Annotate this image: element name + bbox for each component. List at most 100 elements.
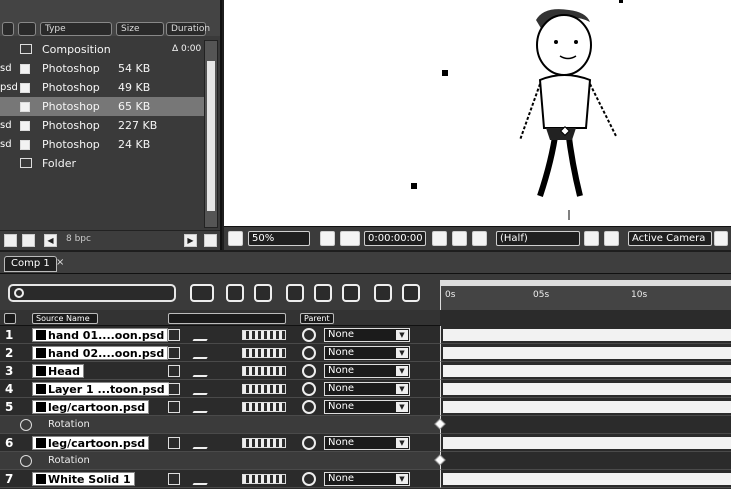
resolution-dropdown[interactable]: (Half) bbox=[496, 231, 580, 246]
comp-mini-flowchart-icon[interactable] bbox=[190, 284, 214, 302]
stopwatch-icon[interactable] bbox=[20, 419, 32, 431]
layer-name[interactable]: Head bbox=[32, 364, 84, 378]
view-layout-icon[interactable] bbox=[714, 231, 728, 246]
layer-name[interactable]: leg/cartoon.psd bbox=[32, 436, 150, 450]
layer-row[interactable]: 1 hand 01....oon.psd None ▼ bbox=[0, 326, 440, 344]
composition-viewer[interactable] bbox=[224, 0, 731, 226]
layer-row[interactable]: 5 leg/cartoon.psd None ▼ bbox=[0, 398, 440, 416]
duration-bar[interactable] bbox=[443, 347, 731, 359]
layer-duration-bar[interactable] bbox=[440, 344, 731, 362]
timecode-display[interactable]: 0:00:00:00 bbox=[364, 231, 426, 246]
layer-search-input[interactable] bbox=[8, 284, 176, 302]
quality-switch-icon[interactable] bbox=[192, 347, 214, 359]
draft-3d-icon[interactable] bbox=[226, 284, 244, 302]
label-swatch[interactable] bbox=[20, 83, 30, 93]
label-swatch[interactable] bbox=[20, 102, 30, 112]
layer-duration-bar[interactable] bbox=[440, 380, 731, 398]
mode-switches[interactable] bbox=[242, 402, 286, 412]
mode-switches[interactable] bbox=[242, 366, 286, 376]
parent-dropdown[interactable]: None ▼ bbox=[324, 346, 410, 360]
snapshot-icon[interactable] bbox=[432, 231, 447, 246]
project-item[interactable]: sd Photoshop 227 KB bbox=[0, 116, 204, 135]
project-item[interactable]: psd Photoshop 49 KB bbox=[0, 78, 204, 97]
layer-duration-bar[interactable] bbox=[440, 326, 731, 344]
property-row-rotation[interactable]: Rotation bbox=[0, 416, 440, 434]
duration-bar[interactable] bbox=[443, 437, 731, 449]
property-keyframe-track[interactable] bbox=[434, 416, 731, 434]
keyframe-assistant-icon[interactable] bbox=[402, 284, 420, 302]
layer-row[interactable]: 3 Head None ▼ bbox=[0, 362, 440, 380]
project-item[interactable]: Composition Δ 0:00 bbox=[0, 40, 204, 59]
shy-switch-icon[interactable] bbox=[168, 473, 180, 485]
show-channel-icon[interactable] bbox=[452, 231, 467, 246]
scroll-right-icon[interactable]: ▶ bbox=[184, 234, 197, 247]
duration-bar[interactable] bbox=[443, 383, 731, 395]
tab-comp-1[interactable]: Comp 1 bbox=[4, 256, 57, 272]
av-features-column[interactable] bbox=[4, 313, 16, 324]
duration-bar[interactable] bbox=[443, 401, 731, 413]
always-preview-icon[interactable] bbox=[228, 231, 243, 246]
project-item[interactable]: Folder bbox=[0, 154, 204, 173]
pick-whip-icon[interactable] bbox=[302, 436, 316, 450]
duration-bar[interactable] bbox=[443, 329, 731, 341]
bit-depth-label[interactable]: 8 bpc bbox=[66, 234, 91, 244]
shy-switch-icon[interactable] bbox=[168, 401, 180, 413]
region-of-interest-icon[interactable] bbox=[584, 231, 599, 246]
shy-switch-icon[interactable] bbox=[168, 347, 180, 359]
layer-duration-bar[interactable] bbox=[440, 398, 731, 416]
brainstorm-icon[interactable] bbox=[342, 284, 360, 302]
trash-icon[interactable] bbox=[204, 234, 217, 247]
project-item-selected[interactable]: Photoshop 65 KB bbox=[0, 97, 204, 116]
duration-bar[interactable] bbox=[443, 473, 731, 485]
mask-visibility-icon[interactable] bbox=[340, 231, 360, 246]
label-column-icon[interactable] bbox=[2, 22, 14, 36]
layer-duration-bar[interactable] bbox=[440, 434, 731, 452]
quality-switch-icon[interactable] bbox=[192, 383, 214, 395]
parent-dropdown[interactable]: None ▼ bbox=[324, 382, 410, 396]
scrollbar-thumb[interactable] bbox=[207, 61, 215, 211]
zoom-dropdown[interactable]: 50% bbox=[248, 231, 310, 246]
quality-switch-icon[interactable] bbox=[192, 473, 214, 485]
layer-duration-bar[interactable] bbox=[440, 470, 731, 488]
pick-whip-icon[interactable] bbox=[302, 400, 316, 414]
label-swatch[interactable] bbox=[20, 140, 30, 150]
layer-row[interactable]: 2 hand 02....oon.psd None ▼ bbox=[0, 344, 440, 362]
parent-dropdown[interactable]: None ▼ bbox=[324, 364, 410, 378]
duration-bar[interactable] bbox=[443, 365, 731, 377]
layer-name[interactable]: White Solid 1 bbox=[32, 472, 135, 486]
parent-dropdown[interactable]: None ▼ bbox=[324, 328, 410, 342]
mode-switches[interactable] bbox=[242, 384, 286, 394]
column-type[interactable]: Type bbox=[40, 22, 112, 36]
grid-guides-icon[interactable] bbox=[320, 231, 335, 246]
scroll-left-icon[interactable]: ◀ bbox=[44, 234, 57, 247]
pick-whip-icon[interactable] bbox=[302, 328, 316, 342]
column-parent[interactable]: Parent bbox=[300, 313, 334, 324]
property-keyframe-track[interactable] bbox=[434, 452, 731, 470]
parent-dropdown[interactable]: None ▼ bbox=[324, 400, 410, 414]
pick-whip-icon[interactable] bbox=[302, 382, 316, 396]
layer-name[interactable]: leg/cartoon.psd bbox=[32, 400, 150, 414]
layer-name[interactable]: hand 02....oon.psd bbox=[32, 346, 169, 360]
quality-switch-icon[interactable] bbox=[192, 437, 214, 449]
shy-switch-icon[interactable] bbox=[168, 383, 180, 395]
parent-dropdown[interactable]: None ▼ bbox=[324, 472, 410, 486]
quality-switch-icon[interactable] bbox=[192, 401, 214, 413]
column-size[interactable]: Size bbox=[116, 22, 164, 36]
work-area-bar[interactable] bbox=[441, 280, 731, 286]
pick-whip-icon[interactable] bbox=[302, 346, 316, 360]
shy-switch-icon[interactable] bbox=[168, 329, 180, 341]
layer-duration-bar[interactable] bbox=[440, 362, 731, 380]
pick-whip-icon[interactable] bbox=[302, 364, 316, 378]
layer-row[interactable]: 7 White Solid 1 None ▼ bbox=[0, 470, 440, 488]
parent-dropdown[interactable]: None ▼ bbox=[324, 436, 410, 450]
motion-blur-icon[interactable] bbox=[314, 284, 332, 302]
switches-column[interactable] bbox=[168, 313, 286, 324]
project-item[interactable]: sd Photoshop 54 KB bbox=[0, 59, 204, 78]
interpret-footage-icon[interactable] bbox=[4, 234, 17, 247]
shy-switch-icon[interactable] bbox=[168, 437, 180, 449]
column-source-name[interactable]: Source Name bbox=[32, 313, 98, 324]
close-tab-icon[interactable]: × bbox=[56, 256, 66, 270]
time-ruler[interactable]: 0s 05s 10s bbox=[440, 280, 731, 310]
project-item[interactable]: sd Photoshop 24 KB bbox=[0, 135, 204, 154]
property-row-rotation[interactable]: Rotation bbox=[0, 452, 440, 470]
